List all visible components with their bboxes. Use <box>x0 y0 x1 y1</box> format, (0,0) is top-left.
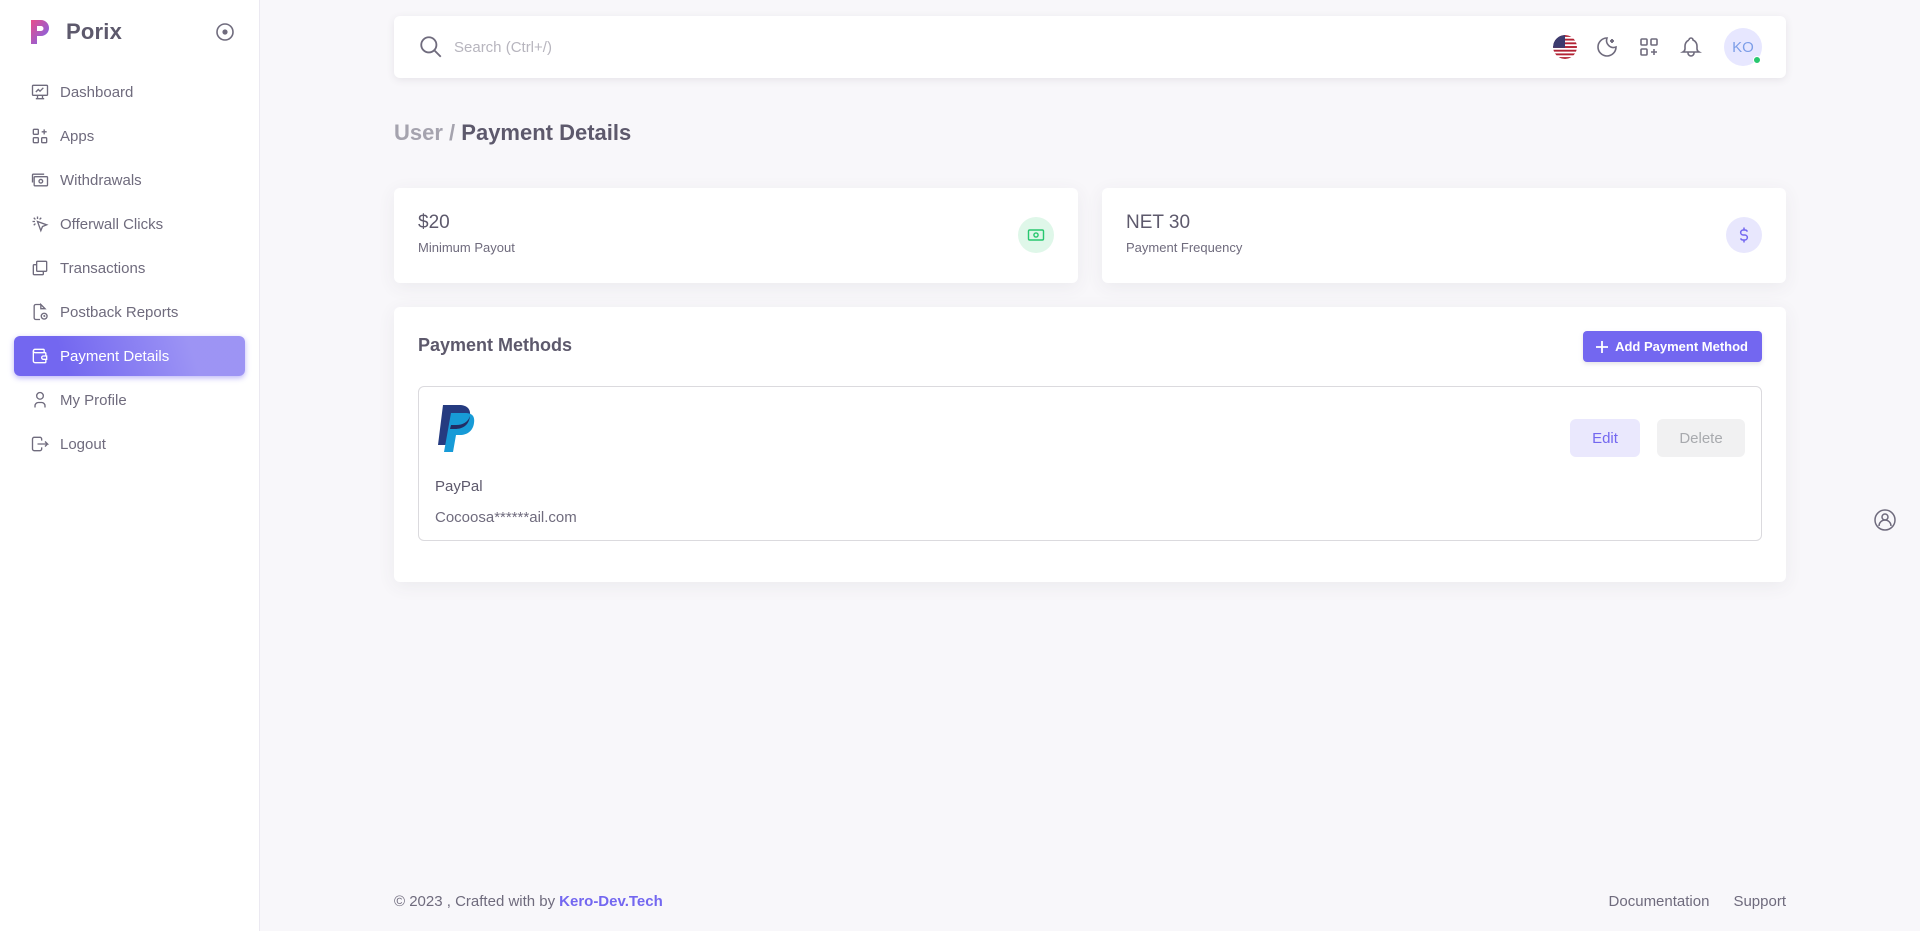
sidebar-item-label: Apps <box>60 127 95 145</box>
footer: © 2023 , Crafted with by Kero-Dev.Tech D… <box>394 893 1786 910</box>
shortcuts-button[interactable] <box>1636 34 1662 60</box>
payment-method-email: Cocoosa******ail.com <box>435 509 577 526</box>
brand: Porix <box>0 0 259 64</box>
notifications-button[interactable] <box>1678 34 1704 60</box>
cash-icon <box>1027 229 1045 241</box>
transactions-icon <box>32 260 48 276</box>
sidebar-item-apps[interactable]: Apps <box>14 116 245 156</box>
user-icon <box>34 391 46 408</box>
shortcuts-icon <box>1640 38 1658 56</box>
payment-details-icon <box>32 348 48 364</box>
withdrawals-icon <box>31 173 49 187</box>
sidebar-menu: Dashboard Apps Withdrawals Offerwall Cli… <box>0 64 259 464</box>
delete-button[interactable]: Delete <box>1657 419 1745 457</box>
online-status-dot <box>1753 56 1761 64</box>
sidebar-item-label: My Profile <box>60 391 127 409</box>
logout-icon <box>31 436 50 452</box>
page-title: User / Payment Details <box>394 120 631 146</box>
payment-frequency-card: NET 30 Payment Frequency <box>1102 188 1786 283</box>
payment-methods-title: Payment Methods <box>418 335 573 355</box>
breadcrumb: User / <box>394 120 456 145</box>
avatar-initials: KO <box>1732 38 1754 56</box>
minimum-payout-value: $20 <box>418 212 450 233</box>
language-selector[interactable] <box>1552 34 1578 60</box>
sidebar-item-my-profile[interactable]: My Profile <box>14 380 245 420</box>
avatar[interactable]: KO <box>1724 28 1762 66</box>
minimum-payout-card: $20 Minimum Payout <box>394 188 1078 283</box>
sidebar-item-offerwall-clicks[interactable]: Offerwall Clicks <box>14 204 245 244</box>
sidebar-item-label: Payment Details <box>60 347 170 365</box>
theme-toggle[interactable] <box>1594 34 1620 60</box>
sidebar-item-postback-reports[interactable]: Postback Reports <box>14 292 245 332</box>
sidebar-item-withdrawals[interactable]: Withdrawals <box>14 160 245 200</box>
search-icon[interactable] <box>418 34 444 60</box>
support-link[interactable]: Support <box>1733 893 1786 910</box>
sidebar: Porix Dashboard Apps Withdrawals Offerwa… <box>0 0 260 931</box>
sidebar-item-dashboard[interactable]: Dashboard <box>14 72 245 112</box>
footer-brand-link[interactable]: Kero-Dev.Tech <box>559 893 663 910</box>
navbar-actions: KO <box>1552 28 1762 66</box>
moon-icon <box>1597 37 1617 57</box>
cash-icon-badge <box>1018 217 1054 253</box>
payment-frequency-label: Payment Frequency <box>1126 240 1243 255</box>
main-content: KO User / Payment Details $20 Minimum Pa… <box>394 0 1786 931</box>
sidebar-item-label: Offerwall Clicks <box>60 215 164 233</box>
footer-links: Documentation Support <box>1609 893 1786 910</box>
dollar-icon-badge <box>1726 217 1762 253</box>
us-flag-icon <box>1553 35 1577 59</box>
sidebar-item-label: Dashboard <box>60 83 134 101</box>
page-title-current: Payment Details <box>461 120 632 145</box>
documentation-link[interactable]: Documentation <box>1609 893 1710 910</box>
minimum-payout-label: Minimum Payout <box>418 240 515 255</box>
dashboard-icon <box>31 84 49 100</box>
payment-method-item: PayPal Cocoosa******ail.com Edit Delete <box>418 386 1762 541</box>
sidebar-item-label: Withdrawals <box>60 171 142 189</box>
postback-reports-icon <box>33 302 48 321</box>
sidebar-item-label: Postback Reports <box>60 303 179 321</box>
top-navbar: KO <box>394 16 1786 78</box>
add-payment-method-button[interactable]: Add Payment Method <box>1583 331 1762 362</box>
collapse-sidebar-icon[interactable] <box>215 22 235 42</box>
sidebar-item-logout[interactable]: Logout <box>14 424 245 464</box>
payment-methods-card: Payment Methods Add Payment Method PayPa… <box>394 307 1786 582</box>
apps-icon <box>32 128 48 144</box>
customizer-toggle-icon[interactable] <box>1873 508 1897 532</box>
porix-logo-icon[interactable] <box>28 18 52 46</box>
sidebar-item-payment-details[interactable]: Payment Details <box>14 336 245 376</box>
brand-name: Porix <box>66 19 123 44</box>
paypal-logo-icon <box>438 405 475 452</box>
add-payment-method-label: Add Payment Method <box>1615 339 1748 354</box>
edit-button[interactable]: Edit <box>1570 419 1640 457</box>
dollar-icon <box>1739 227 1749 243</box>
plus-icon <box>1596 340 1609 353</box>
payment-method-name: PayPal <box>435 478 483 495</box>
sidebar-item-label: Logout <box>60 435 106 453</box>
payment-frequency-value: NET 30 <box>1126 212 1191 233</box>
footer-copyright: © 2023 , Crafted with by <box>394 893 556 910</box>
bell-icon <box>1679 37 1703 57</box>
offerwall-clicks-icon <box>32 216 49 233</box>
search-input[interactable] <box>454 38 1054 56</box>
sidebar-item-label: Transactions <box>60 259 146 277</box>
sidebar-item-transactions[interactable]: Transactions <box>14 248 245 288</box>
